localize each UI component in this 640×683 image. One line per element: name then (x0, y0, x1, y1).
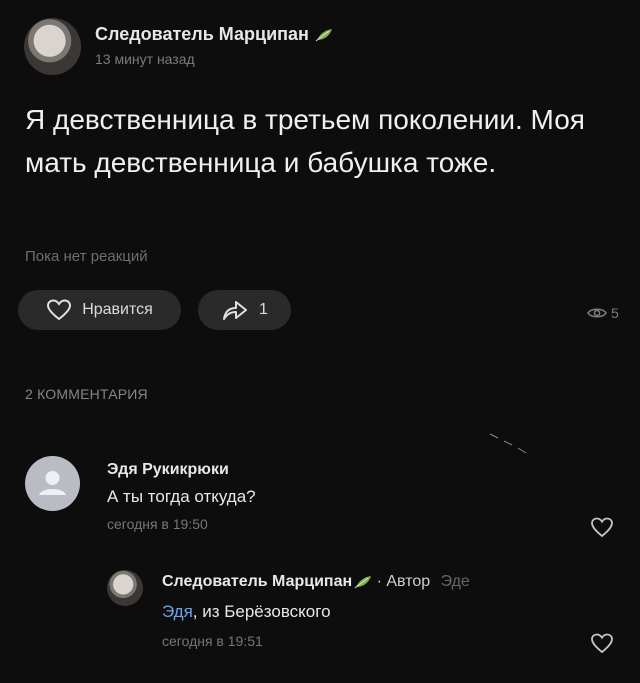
like-button[interactable]: Нравится (18, 290, 181, 330)
reactions-status: Пока нет реакций (25, 248, 148, 265)
reply-text: , из Берёзовского (192, 602, 331, 621)
reply-author-avatar[interactable] (107, 570, 143, 606)
comment-like-icon[interactable] (590, 517, 614, 538)
mention-link[interactable]: Эдя (162, 602, 193, 621)
views-count: 5 (611, 305, 619, 321)
author-tag: · Автор (376, 573, 431, 590)
post-author-avatar[interactable] (24, 18, 81, 75)
heart-icon (47, 299, 72, 321)
views-counter: 5 (587, 305, 619, 321)
reply-author[interactable]: Следователь Марципан (162, 573, 352, 590)
comments-header: 2 КОММЕНТАРИЯ (25, 386, 148, 402)
comment-text: А ты тогда откуда? (107, 487, 256, 506)
share-button[interactable]: 1 (198, 290, 291, 330)
leaf-icon (315, 29, 332, 42)
post-text: Я девственница в третьем поколении. Моя … (25, 104, 585, 178)
comment-author[interactable]: Эдя Рукикрюки (107, 461, 229, 479)
reply-to-name[interactable]: Эде (441, 573, 470, 590)
like-label: Нравится (82, 301, 153, 318)
share-count: 1 (259, 301, 268, 318)
decorative-dashes (488, 432, 532, 458)
eye-icon (587, 308, 607, 318)
user-icon (39, 471, 66, 495)
post-timestamp: 13 минут назад (95, 51, 195, 67)
reply-like-icon[interactable] (590, 633, 614, 654)
comment-time: сегодня в 19:50 (107, 516, 208, 532)
share-icon (223, 301, 248, 320)
leaf-icon (354, 575, 372, 589)
commenter-avatar[interactable] (25, 456, 80, 511)
post-author-name[interactable]: Следователь Марципан (95, 24, 309, 44)
reply-time: сегодня в 19:51 (162, 633, 263, 649)
